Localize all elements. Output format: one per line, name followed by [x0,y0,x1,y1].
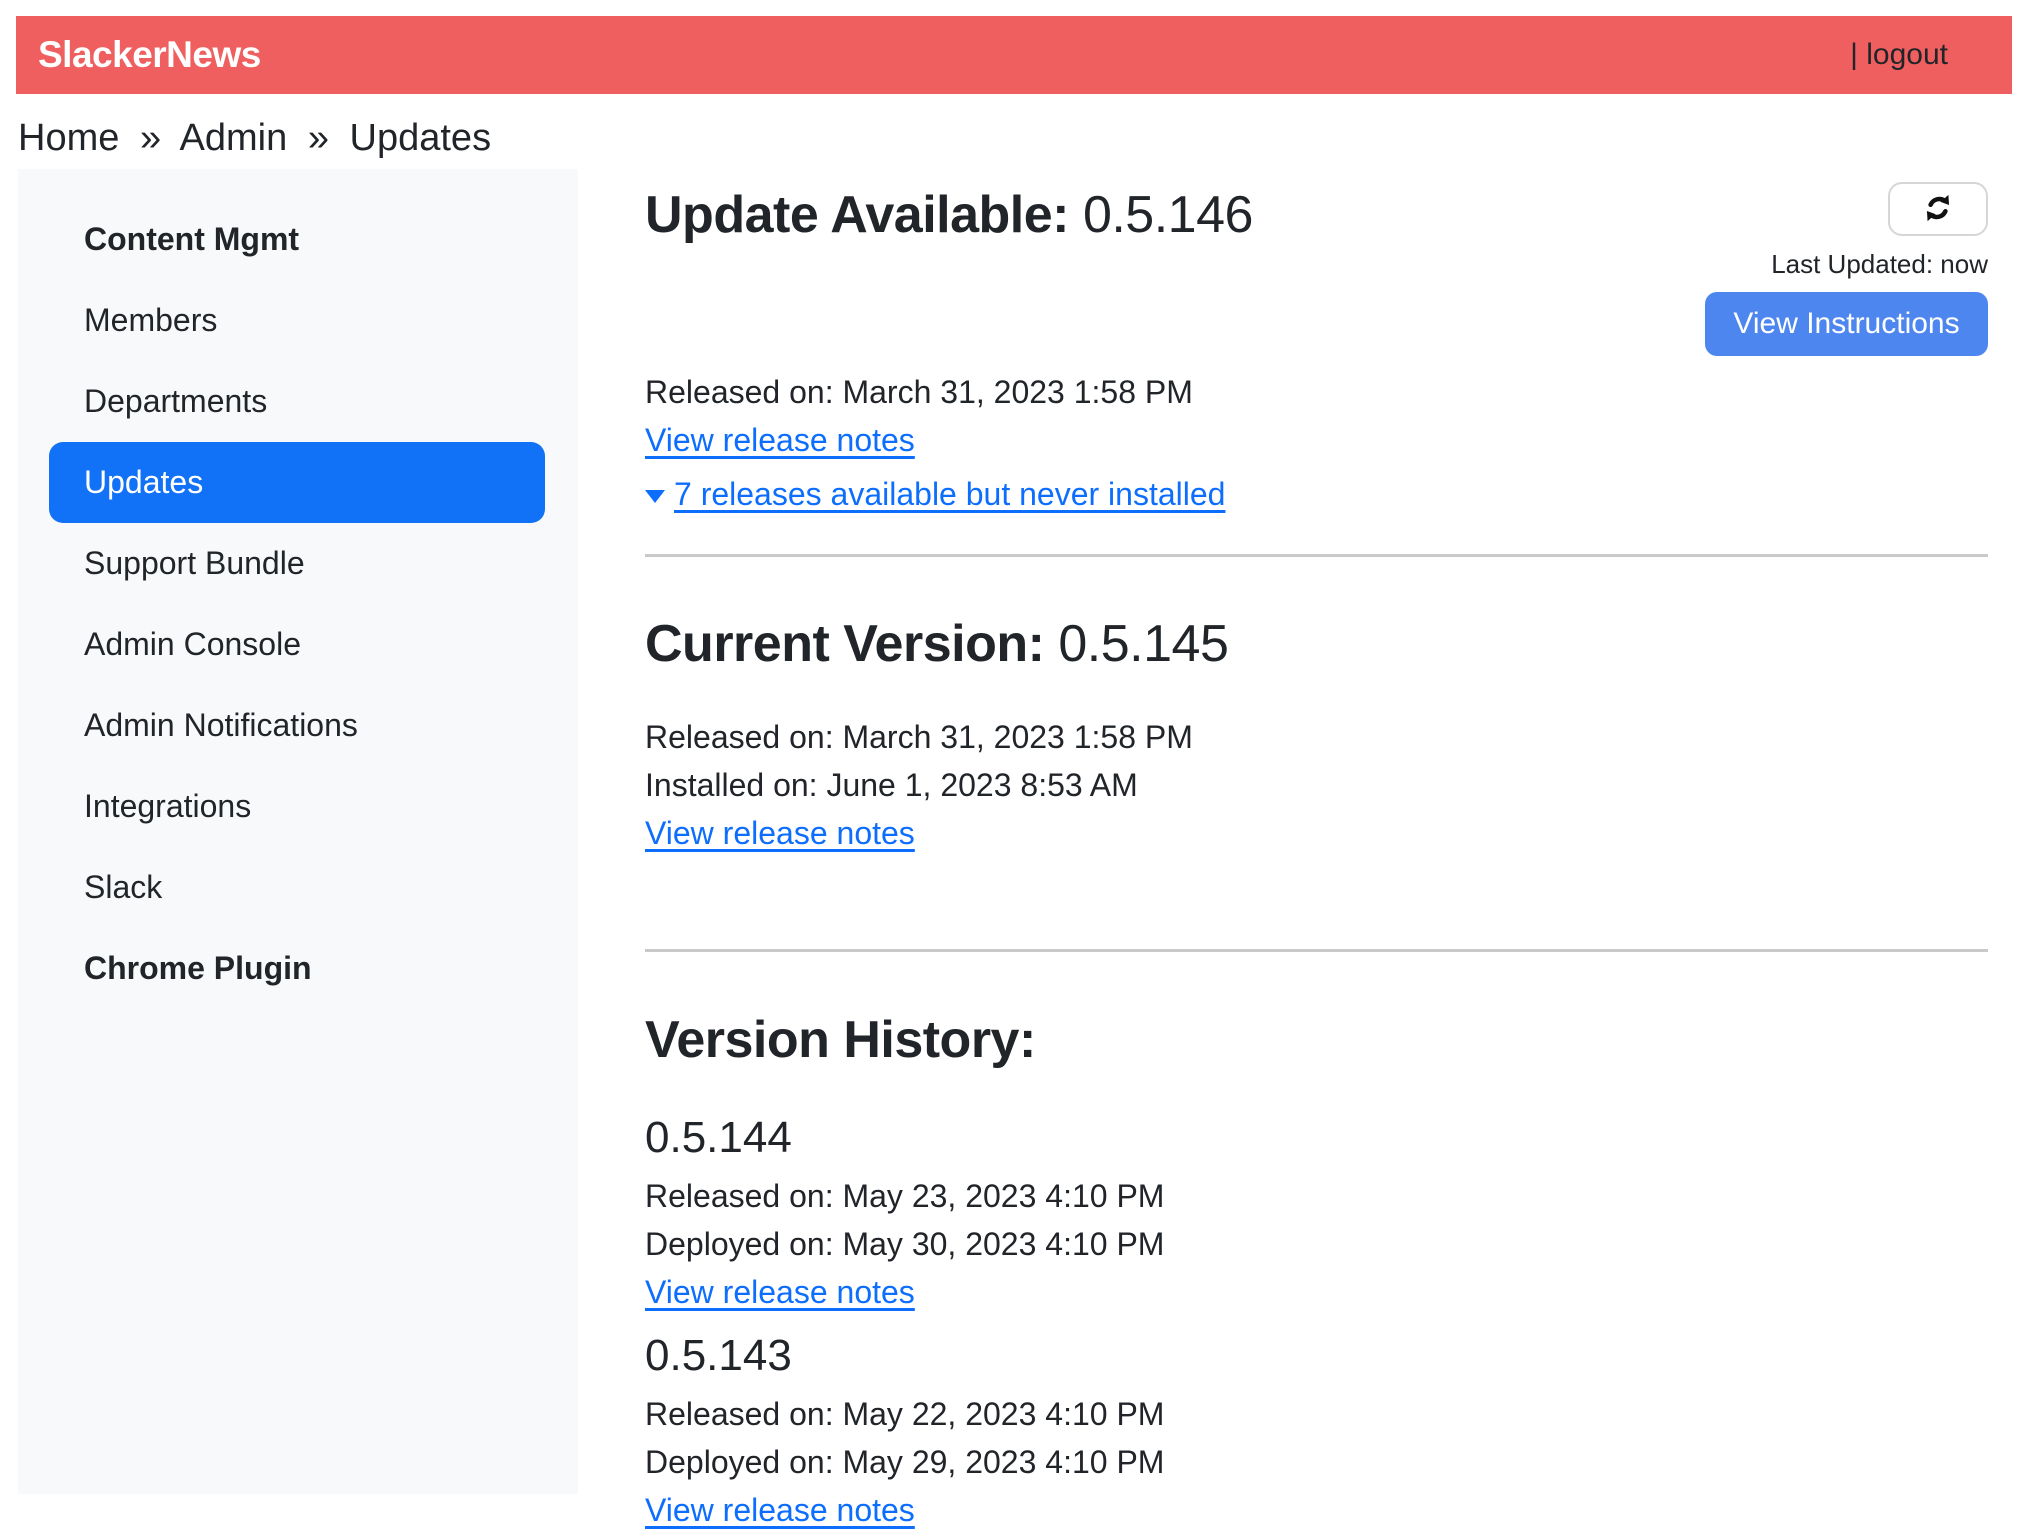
version-history-heading: Version History: [645,1009,1988,1071]
history-released-on: Released on: May 23, 2023 4:10 PM [645,1172,1988,1220]
update-available-version: 0.5.146 [1083,186,1253,244]
breadcrumb: Home » Admin » Updates [18,114,2028,162]
sidebar-item-content-mgmt[interactable]: Content Mgmt [49,199,545,280]
caret-down-icon [645,490,665,503]
history-release-notes-link[interactable]: View release notes [645,1268,915,1316]
version-history-entry: 0.5.144 Released on: May 23, 2023 4:10 P… [645,1110,1988,1316]
app-title: SlackerNews [38,34,261,76]
sidebar-item-updates[interactable]: Updates [49,442,545,523]
current-version-label: Current Version: [645,615,1044,673]
history-release-notes-link[interactable]: View release notes [645,1486,915,1534]
breadcrumb-home[interactable]: Home [18,117,119,159]
sidebar-item-members[interactable]: Members [49,280,545,361]
current-version-heading: Current Version: 0.5.145 [645,613,1988,675]
breadcrumb-separator: » [308,117,329,159]
breadcrumb-updates[interactable]: Updates [350,117,492,159]
releases-toggle-link[interactable]: 7 releases available but never installed [645,470,1225,518]
current-version-number: 0.5.145 [1058,615,1228,673]
history-version-number: 0.5.144 [645,1110,1988,1166]
current-release-notes-link[interactable]: View release notes [645,809,915,857]
update-released-on: Released on: March 31, 2023 1:58 PM [645,368,1988,416]
section-divider [645,554,1988,557]
version-history-entry: 0.5.143 Released on: May 22, 2023 4:10 P… [645,1328,1988,1534]
sidebar-item-support-bundle[interactable]: Support Bundle [49,523,545,604]
admin-sidebar: Content Mgmt Members Departments Updates… [18,169,578,1494]
top-header-bar: SlackerNews | logout [16,16,2012,94]
sidebar-item-departments[interactable]: Departments [49,361,545,442]
breadcrumb-separator: » [140,117,161,159]
update-release-notes-link[interactable]: View release notes [645,416,915,464]
refresh-button[interactable] [1888,182,1988,236]
sidebar-item-chrome-plugin[interactable]: Chrome Plugin [49,928,545,1009]
history-deployed-on: Deployed on: May 30, 2023 4:10 PM [645,1220,1988,1268]
sidebar-item-slack[interactable]: Slack [49,847,545,928]
sidebar-item-integrations[interactable]: Integrations [49,766,545,847]
sidebar-item-admin-notifications[interactable]: Admin Notifications [49,685,545,766]
page-body: Content Mgmt Members Departments Updates… [0,169,2028,1534]
updates-main-content: Update Available: 0.5.146 [645,169,1988,1534]
section-divider [645,949,1988,952]
logout-link[interactable]: | logout [1850,38,1948,72]
current-installed-on: Installed on: June 1, 2023 8:53 AM [645,761,1988,809]
update-available-label: Update Available: [645,186,1069,244]
update-available-heading: Update Available: 0.5.146 [645,184,1253,246]
sidebar-item-admin-console[interactable]: Admin Console [49,604,545,685]
current-released-on: Released on: March 31, 2023 1:58 PM [645,713,1988,761]
history-deployed-on: Deployed on: May 29, 2023 4:10 PM [645,1438,1988,1486]
history-released-on: Released on: May 22, 2023 4:10 PM [645,1390,1988,1438]
last-updated-status: Last Updated: now [1771,248,1988,280]
refresh-icon [1921,191,1955,228]
update-controls: Last Updated: now View Instructions [1705,182,1988,356]
history-version-number: 0.5.143 [645,1328,1988,1384]
breadcrumb-admin[interactable]: Admin [180,117,288,159]
view-instructions-button[interactable]: View Instructions [1705,292,1988,356]
